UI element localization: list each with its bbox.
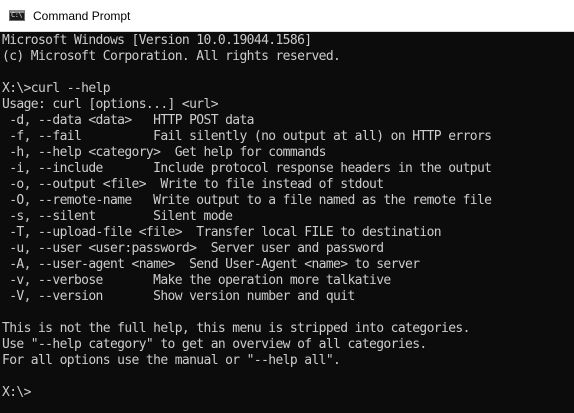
command-prompt-window: C:\ Command Prompt Microsoft Windows [Ve… xyxy=(0,0,574,413)
console-line: Microsoft Windows [Version 10.0.19044.15… xyxy=(2,33,312,48)
title-bar[interactable]: C:\ Command Prompt xyxy=(0,0,574,32)
console-line: -v, --verbose Make the operation more ta… xyxy=(2,273,391,288)
console-line: -A, --user-agent <name> Send User-Agent … xyxy=(2,257,420,272)
console-line: Usage: curl [options...] <url> xyxy=(2,97,219,112)
console-prompt-line[interactable]: X:\> xyxy=(2,385,574,401)
console-line: -h, --help <category> Get help for comma… xyxy=(2,145,326,160)
console-line: (c) Microsoft Corporation. All rights re… xyxy=(2,49,341,64)
console-line: -f, --fail Fail silently (no output at a… xyxy=(2,129,492,144)
console-line: -d, --data <data> HTTP POST data xyxy=(2,113,254,128)
console-line: -o, --output <file> Write to file instea… xyxy=(2,177,384,192)
console-line: Use "--help category" to get an overview… xyxy=(2,337,427,352)
console-output-area[interactable]: Microsoft Windows [Version 10.0.19044.15… xyxy=(0,32,574,413)
console-prompt: X:\> xyxy=(2,385,31,400)
console-line: -u, --user <user:password> Server user a… xyxy=(2,241,384,256)
console-line: -O, --remote-name Write output to a file… xyxy=(2,193,492,208)
console-line: -V, --version Show version number and qu… xyxy=(2,289,355,304)
console-line: This is not the full help, this menu is … xyxy=(2,321,470,336)
console-command-line: X:\>curl --help xyxy=(2,81,111,96)
console-line: -i, --include Include protocol response … xyxy=(2,161,492,176)
window-title: Command Prompt xyxy=(33,9,131,23)
console-line: -s, --silent Silent mode xyxy=(2,209,233,224)
console-line: For all options use the manual or "--hel… xyxy=(2,353,341,368)
cmd-icon[interactable]: C:\ xyxy=(9,10,25,21)
console-line: -T, --upload-file <file> Transfer local … xyxy=(2,225,441,240)
cmd-icon-glyph: C:\ xyxy=(11,11,23,19)
console-lines: Microsoft Windows [Version 10.0.19044.15… xyxy=(2,33,574,401)
